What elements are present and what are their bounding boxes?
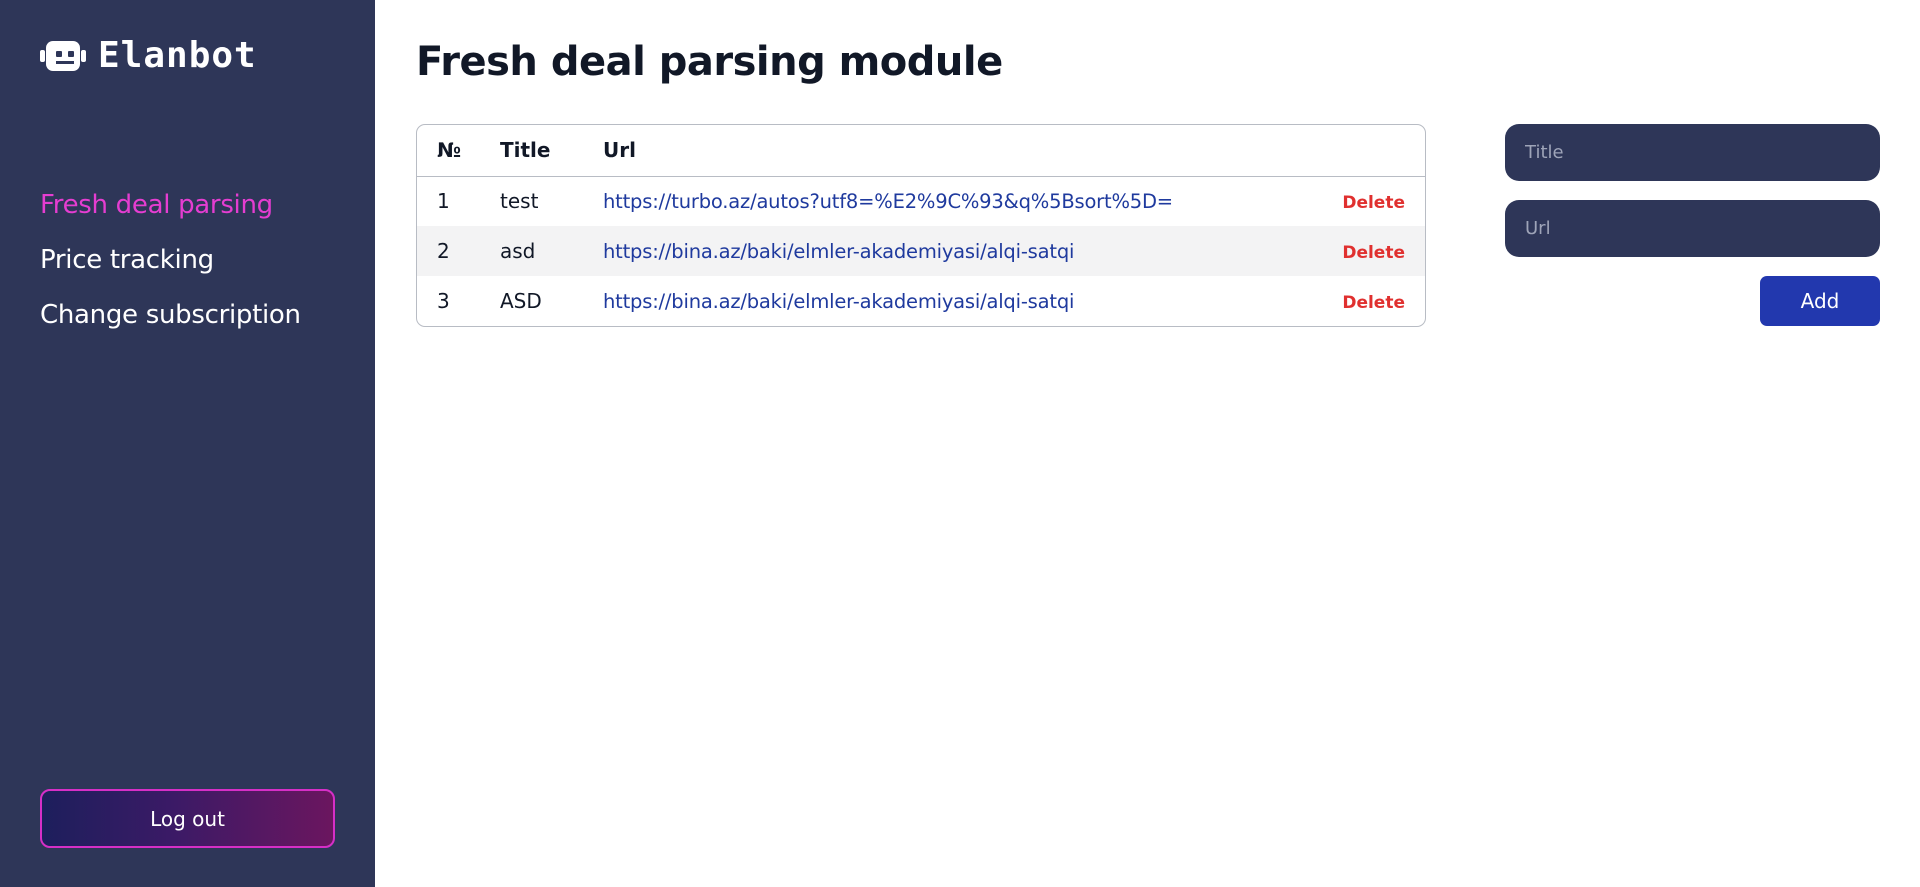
table-row: 3 ASD https://bina.az/baki/elmler-akadem… xyxy=(417,276,1425,326)
column-header-number: № xyxy=(437,138,462,163)
robot-icon xyxy=(40,39,86,73)
title-input[interactable] xyxy=(1505,124,1880,181)
column-header-title: Title xyxy=(500,138,551,163)
row-title: ASD xyxy=(500,289,542,313)
add-button[interactable]: Add xyxy=(1760,276,1880,326)
column-header-url: Url xyxy=(603,138,636,163)
row-url-link[interactable]: https://bina.az/baki/elmler-akademiyasi/… xyxy=(603,276,1321,326)
sidebar: Elanbot Fresh deal parsing Price trackin… xyxy=(0,0,375,887)
brand-logo[interactable]: Elanbot xyxy=(40,36,257,76)
table-header-row: № Title Url xyxy=(417,125,1425,176)
row-title: test xyxy=(500,189,539,214)
table-row: 1 test https://turbo.az/autos?utf8=%E2%9… xyxy=(417,176,1425,226)
sidebar-item-price-tracking[interactable]: Price tracking xyxy=(40,243,301,277)
column-header-actions xyxy=(1321,125,1425,176)
links-table: № Title Url 1 test https://turbo.az/auto… xyxy=(416,124,1426,327)
sidebar-item-fresh-deal-parsing[interactable]: Fresh deal parsing xyxy=(40,188,301,222)
sidebar-item-change-subscription[interactable]: Change subscription xyxy=(40,298,301,332)
row-title: asd xyxy=(500,239,536,263)
row-number: 2 xyxy=(437,239,450,263)
url-input[interactable] xyxy=(1505,200,1880,257)
delete-button[interactable]: Delete xyxy=(1342,193,1405,213)
delete-button[interactable]: Delete xyxy=(1342,243,1405,263)
delete-button[interactable]: Delete xyxy=(1342,293,1405,313)
row-url-link[interactable]: https://bina.az/baki/elmler-akademiyasi/… xyxy=(603,226,1321,276)
logout-button[interactable]: Log out xyxy=(40,789,335,848)
page-title: Fresh deal parsing module xyxy=(416,39,1003,85)
brand-name: Elanbot xyxy=(98,35,257,76)
table-row: 2 asd https://bina.az/baki/elmler-akadem… xyxy=(417,226,1425,276)
row-number: 1 xyxy=(437,189,450,214)
row-url-link[interactable]: https://turbo.az/autos?utf8=%E2%9C%93&q%… xyxy=(603,176,1321,226)
sidebar-nav: Fresh deal parsing Price tracking Change… xyxy=(40,188,301,353)
row-number: 3 xyxy=(437,289,450,313)
